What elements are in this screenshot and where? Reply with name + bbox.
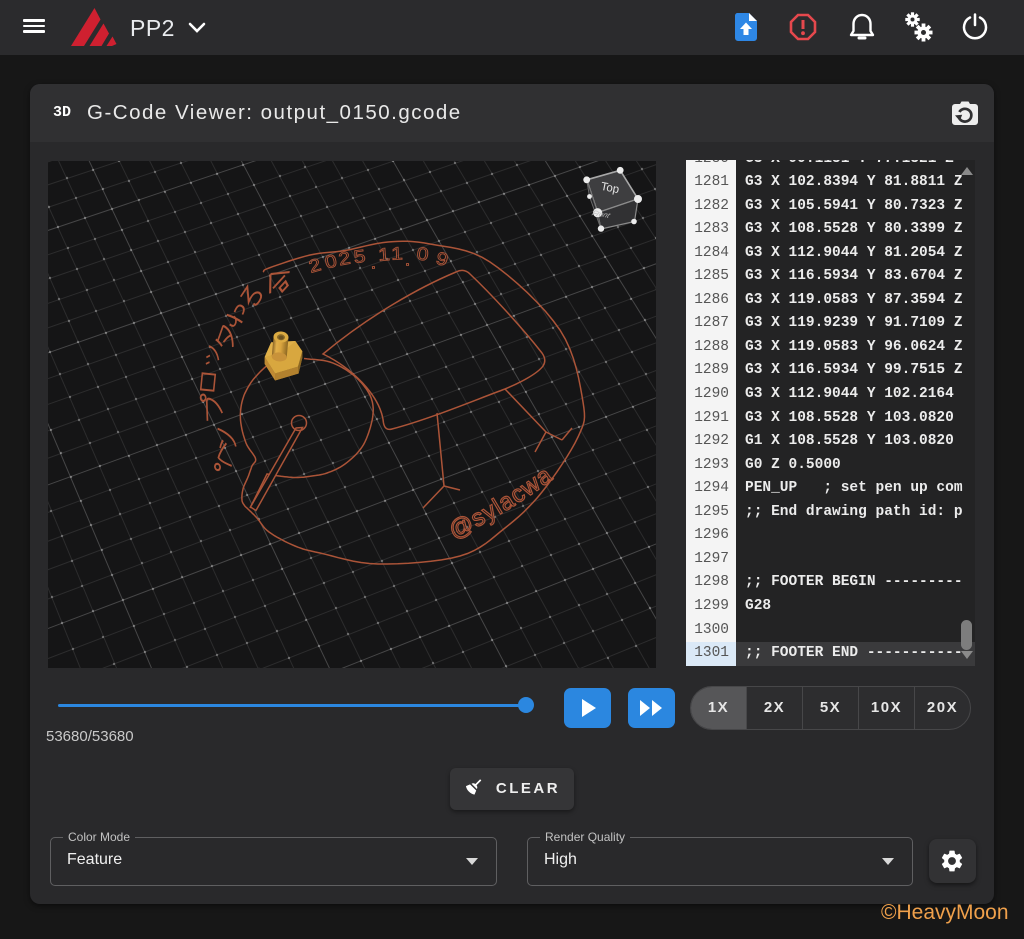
svg-text:2: 2: [337, 248, 352, 270]
svg-text:.: .: [405, 250, 411, 270]
svg-text:.: .: [369, 253, 377, 274]
svg-text:5: 5: [353, 246, 367, 267]
svg-text:2: 2: [307, 255, 324, 278]
svg-text:1: 1: [377, 245, 390, 266]
svg-text:1: 1: [391, 244, 403, 265]
svg-text:9: 9: [434, 248, 451, 271]
svg-text:@sylacwa: @sylacwa: [444, 461, 558, 544]
svg-text:0: 0: [416, 244, 430, 265]
